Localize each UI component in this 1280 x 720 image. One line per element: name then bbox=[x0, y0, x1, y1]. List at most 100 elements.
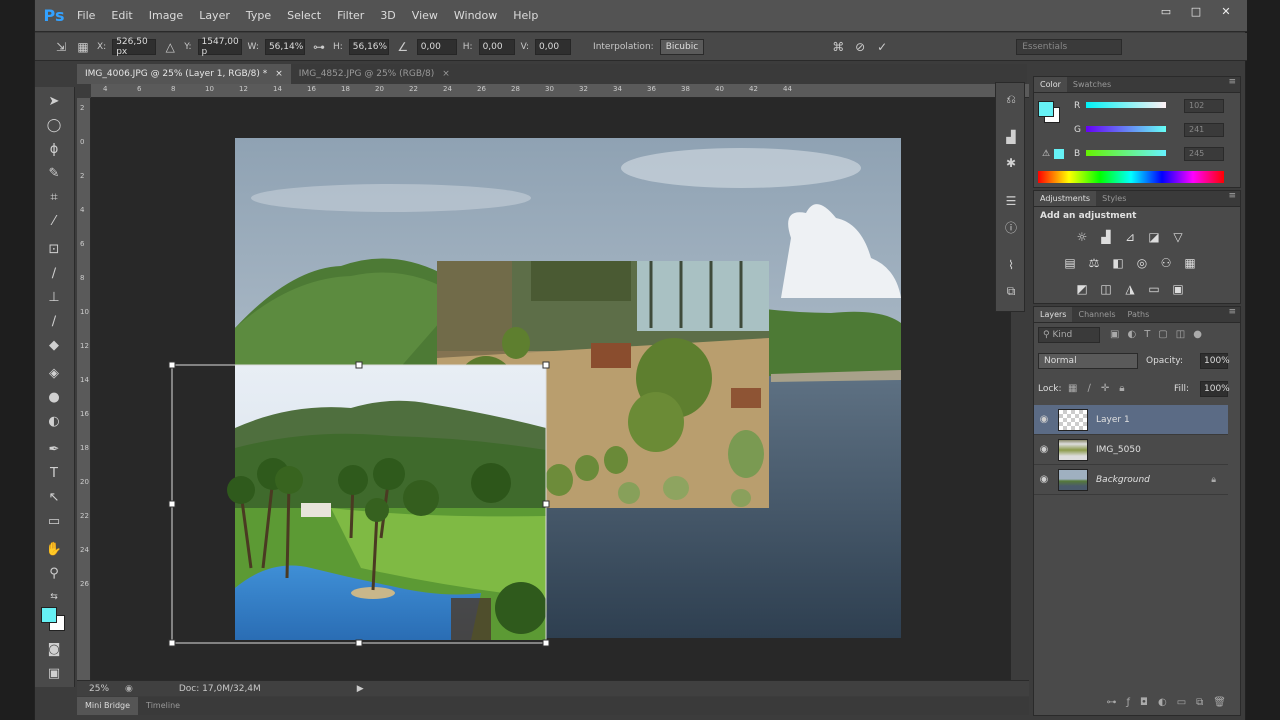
tab-styles[interactable]: Styles bbox=[1096, 191, 1132, 206]
tab-img-4852[interactable]: IMG_4852.JPG @ 25% (RGB/8) × bbox=[290, 64, 458, 84]
transform-tool-icon[interactable]: ⇲ bbox=[53, 39, 69, 55]
dodge-tool-icon[interactable]: ◐ bbox=[43, 411, 65, 431]
shape-tool-icon[interactable]: ▭ bbox=[43, 511, 65, 531]
link-layers-icon[interactable]: ⊶ bbox=[1107, 697, 1117, 711]
curves-icon[interactable]: ⊿ bbox=[1122, 229, 1138, 245]
menu-edit[interactable]: Edit bbox=[103, 0, 140, 32]
panel-menu-icon[interactable]: ≡ bbox=[1228, 77, 1240, 92]
posterize-icon[interactable]: ◫ bbox=[1098, 281, 1114, 297]
add-mask-icon[interactable]: ◘ bbox=[1140, 697, 1148, 711]
width-field[interactable]: 56,14% bbox=[264, 38, 305, 55]
layer-name[interactable]: Background bbox=[1096, 475, 1150, 485]
tab-swatches[interactable]: Swatches bbox=[1067, 77, 1117, 92]
warp-icon[interactable]: ⌘ bbox=[830, 39, 846, 55]
filter-kind-select[interactable]: ⚲ Kind bbox=[1038, 327, 1100, 343]
path-select-tool-icon[interactable]: ↖ bbox=[43, 487, 65, 507]
info-icon[interactable]: ⓘ bbox=[1003, 219, 1019, 235]
type-tool-icon[interactable]: T bbox=[43, 463, 65, 483]
height-field[interactable]: 56,16% bbox=[348, 38, 389, 55]
tab-timeline[interactable]: Timeline bbox=[138, 697, 188, 715]
vskew-field[interactable]: 0,00 bbox=[535, 38, 572, 55]
tab-mini-bridge[interactable]: Mini Bridge bbox=[77, 697, 139, 715]
move-tool-icon[interactable]: ➤ bbox=[43, 91, 65, 111]
layer-row-background[interactable]: ◉ Background 🔒︎ bbox=[1034, 465, 1228, 495]
swap-colors-icon[interactable]: ⇆ bbox=[43, 587, 65, 607]
blur-tool-icon[interactable]: ● bbox=[43, 387, 65, 407]
tab-color[interactable]: Color bbox=[1034, 77, 1067, 92]
g-value[interactable]: 241 bbox=[1184, 123, 1224, 137]
color-balance-icon[interactable]: ⚖ bbox=[1086, 255, 1102, 271]
screen-mode-icon[interactable]: ▣ bbox=[43, 663, 65, 683]
transform-handle[interactable] bbox=[168, 361, 176, 369]
brush-tool-icon[interactable]: ∕ bbox=[43, 263, 65, 283]
tab-channels[interactable]: Channels bbox=[1072, 307, 1121, 322]
menu-type[interactable]: Type bbox=[238, 0, 279, 32]
tab-layers[interactable]: Layers bbox=[1034, 307, 1073, 322]
y-field[interactable]: 1547,00 p bbox=[197, 37, 242, 57]
visibility-eye-icon[interactable]: ◉ bbox=[1034, 474, 1054, 485]
r-value[interactable]: 102 bbox=[1184, 99, 1224, 113]
histogram-icon[interactable]: ▟ bbox=[1003, 129, 1019, 145]
visibility-eye-icon[interactable]: ◉ bbox=[1034, 414, 1054, 425]
pen-tool-icon[interactable]: ✒ bbox=[43, 439, 65, 459]
g-slider[interactable] bbox=[1086, 126, 1166, 132]
filter-shape-icon[interactable]: ▢ bbox=[1158, 329, 1167, 340]
quick-mask-icon[interactable]: ◙ bbox=[43, 639, 65, 659]
b-slider[interactable] bbox=[1086, 150, 1166, 156]
menu-file[interactable]: File bbox=[69, 0, 103, 32]
lock-position-icon[interactable]: ✛ bbox=[1101, 383, 1109, 394]
commit-transform-icon[interactable]: ✓ bbox=[874, 39, 890, 55]
menu-filter[interactable]: Filter bbox=[329, 0, 372, 32]
opacity-field[interactable]: 100% bbox=[1200, 353, 1230, 369]
tab-img-4006[interactable]: IMG_4006.JPG @ 25% (Layer 1, RGB/8) * × bbox=[77, 64, 291, 84]
delete-layer-icon[interactable]: 🗑︎ bbox=[1213, 697, 1226, 711]
hand-tool-icon[interactable]: ✋ bbox=[43, 539, 65, 559]
history-brush-tool-icon[interactable]: ∕ bbox=[43, 311, 65, 331]
gamut-warning-icon[interactable]: ⚠ bbox=[1042, 149, 1050, 159]
transform-handle[interactable] bbox=[542, 500, 550, 508]
cancel-transform-icon[interactable]: ⊘ bbox=[852, 39, 868, 55]
quick-select-tool-icon[interactable]: ✎ bbox=[43, 163, 65, 183]
lock-all-icon[interactable]: 🔒︎ bbox=[1119, 383, 1124, 394]
close-icon[interactable]: × bbox=[442, 69, 450, 79]
blend-mode-select[interactable]: Normal bbox=[1038, 353, 1138, 369]
panel-menu-icon[interactable]: ≡ bbox=[1228, 191, 1240, 206]
filter-type-icon[interactable]: T bbox=[1144, 329, 1150, 340]
tab-adjustments[interactable]: Adjustments bbox=[1034, 191, 1097, 206]
link-icon[interactable]: ⊶ bbox=[311, 39, 327, 55]
paint-bucket-tool-icon[interactable]: ◈ bbox=[43, 363, 65, 383]
workspace-select[interactable]: Essentials bbox=[1016, 38, 1123, 55]
threshold-icon[interactable]: ◮ bbox=[1122, 281, 1138, 297]
zoom-level[interactable]: 25% bbox=[89, 684, 109, 694]
panel-menu-icon[interactable]: ≡ bbox=[1228, 307, 1240, 322]
status-info-icon[interactable]: ◉ bbox=[125, 684, 133, 694]
vibrance-icon[interactable]: ▽ bbox=[1170, 229, 1186, 245]
visibility-eye-icon[interactable]: ◉ bbox=[1034, 444, 1054, 455]
lock-image-icon[interactable]: ∕ bbox=[1087, 383, 1090, 394]
gradient-map-icon[interactable]: ▭ bbox=[1146, 281, 1162, 297]
document-canvas[interactable] bbox=[91, 98, 1011, 680]
filter-toggle-icon[interactable]: ● bbox=[1193, 329, 1202, 340]
transform-handle[interactable] bbox=[355, 361, 363, 369]
maximize-button[interactable]: □ bbox=[1183, 3, 1209, 19]
x-field[interactable]: 526,50 px bbox=[112, 37, 157, 57]
filter-pixel-icon[interactable]: ▣ bbox=[1110, 329, 1119, 340]
color-fg-swatch[interactable] bbox=[1038, 101, 1054, 117]
properties-icon[interactable]: ☰ bbox=[1003, 193, 1019, 209]
zoom-tool-icon[interactable]: ⚲ bbox=[43, 563, 65, 583]
exposure-icon[interactable]: ◪ bbox=[1146, 229, 1162, 245]
hue-saturation-icon[interactable]: ▤ bbox=[1062, 255, 1078, 271]
layer-name[interactable]: Layer 1 bbox=[1096, 415, 1130, 425]
transform-handle[interactable] bbox=[542, 361, 550, 369]
menu-layer[interactable]: Layer bbox=[191, 0, 238, 32]
hskew-field[interactable]: 0,00 bbox=[478, 38, 515, 55]
close-icon[interactable]: × bbox=[275, 69, 283, 79]
transform-handle[interactable] bbox=[168, 639, 176, 647]
levels-icon[interactable]: ▟ bbox=[1098, 229, 1114, 245]
selective-color-icon[interactable]: ▣ bbox=[1170, 281, 1186, 297]
fill-field[interactable]: 100% bbox=[1200, 381, 1230, 397]
marquee-tool-icon[interactable]: ◯ bbox=[43, 115, 65, 135]
foreground-color-swatch[interactable] bbox=[41, 607, 57, 623]
channel-mixer-icon[interactable]: ⚇ bbox=[1158, 255, 1174, 271]
eraser-tool-icon[interactable]: ◆ bbox=[43, 335, 65, 355]
